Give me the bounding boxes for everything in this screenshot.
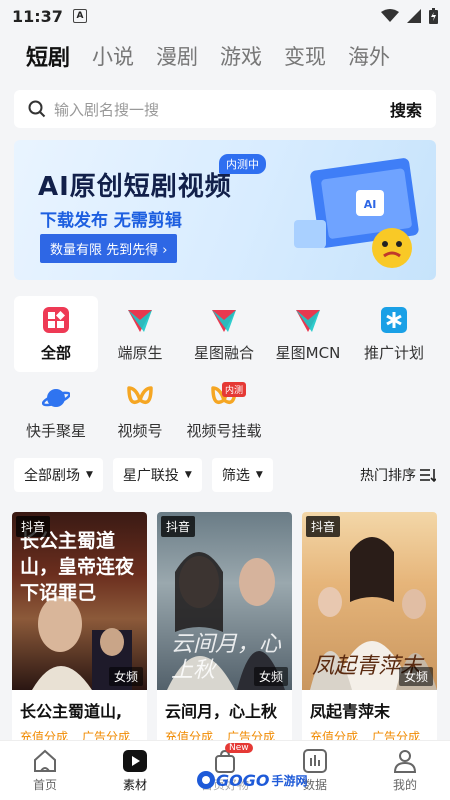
user-icon xyxy=(393,750,417,773)
category-xingtu-fusion[interactable]: 星图融合 xyxy=(182,296,266,372)
tab-label: 素材 xyxy=(122,778,147,792)
filter-all-theaters[interactable]: 全部剧场 ▼ xyxy=(14,458,103,492)
search-bar[interactable]: 输入剧名搜一搜 搜索 xyxy=(14,90,436,128)
tab-monetize[interactable]: 变现 xyxy=(284,41,326,71)
battery-icon xyxy=(429,8,438,24)
category-label: 星图MCN xyxy=(275,343,341,362)
drama-poster: 凤起青萍末 抖音 女频 xyxy=(302,512,437,690)
caret-down-icon: ▼ xyxy=(184,470,192,480)
category-duan-native[interactable]: 端原生 xyxy=(98,296,182,372)
watermark-brand: GOGO xyxy=(216,770,270,790)
home-icon xyxy=(34,749,56,772)
filter-label: 星广联投 xyxy=(122,468,179,484)
kite-icon xyxy=(212,309,236,332)
category-channels[interactable]: 视频号 xyxy=(98,374,182,450)
promo-banner[interactable]: AI原创短剧视频 内测中 下载发布 无需剪辑 数量有限 先到先得 › AI xyxy=(14,140,436,280)
poster-title-art: 长公主蜀道山，皇帝连夜下诏罪己 xyxy=(20,530,135,604)
internal-test-badge: 内测 xyxy=(222,381,247,397)
category-xingtu-mcn[interactable]: 星图MCN xyxy=(266,296,350,372)
category-label: 端原生 xyxy=(117,343,163,362)
genre-badge: 女频 xyxy=(253,667,288,686)
drama-title: 凤起青萍末 xyxy=(310,702,391,721)
search-button[interactable]: 搜索 xyxy=(390,97,422,121)
filter-screen[interactable]: 筛选 ▼ xyxy=(211,458,273,492)
search-icon xyxy=(28,100,46,118)
tab-profile[interactable]: 我的 xyxy=(360,741,450,800)
platform-badge: 抖音 xyxy=(161,516,196,537)
tab-home[interactable]: 首页 xyxy=(0,741,90,800)
category-label: 全部 xyxy=(40,343,71,362)
drama-card-list: 长公主蜀道山，皇帝连夜下诏罪己 抖音 女频 长公主蜀道山, 充值分成 广告分成 云… xyxy=(12,512,438,752)
tab-material[interactable]: 素材 xyxy=(90,741,180,800)
genre-badge: 女频 xyxy=(108,667,143,686)
asterisk-icon xyxy=(381,306,407,333)
wifi-icon xyxy=(381,9,399,22)
signal-icon xyxy=(407,9,421,23)
banner-cta-button[interactable]: 数量有限 先到先得 › xyxy=(40,234,178,263)
category-label: 视频号 xyxy=(117,421,163,440)
category-channels-mount[interactable]: 内测 视频号挂载 xyxy=(182,374,266,450)
drama-card[interactable]: 凤起青萍末 抖音 女频 凤起青萍末 充值分成 广告分成 xyxy=(302,512,437,752)
grid-icon xyxy=(43,306,69,333)
drama-poster: 云间月，心上秋 抖音 女频 xyxy=(157,512,292,690)
status-bar: 11:37 A xyxy=(0,0,450,32)
tab-comic-drama[interactable]: 漫剧 xyxy=(156,41,198,71)
filter-label: 筛选 xyxy=(221,468,250,484)
search-input[interactable]: 输入剧名搜一搜 xyxy=(54,99,390,120)
banner-illustration: AI xyxy=(294,158,419,268)
sort-label: 热门排序 xyxy=(360,468,416,484)
drama-card[interactable]: 云间月，心上秋 抖音 女频 云间月，心上秋 充值分成 广告分成 xyxy=(157,512,292,752)
genre-badge: 女频 xyxy=(398,667,433,686)
sort-button[interactable]: 热门排序 xyxy=(360,465,436,485)
play-icon xyxy=(123,750,147,772)
kite-icon xyxy=(128,309,152,332)
tab-novel[interactable]: 小说 xyxy=(92,41,134,71)
drama-card[interactable]: 长公主蜀道山，皇帝连夜下诏罪己 抖音 女频 长公主蜀道山, 充值分成 广告分成 xyxy=(12,512,147,752)
banner-title: AI原创短剧视频 xyxy=(38,172,232,202)
tab-label: 我的 xyxy=(392,778,417,792)
drama-title: 长公主蜀道山, xyxy=(20,702,123,721)
kite-icon xyxy=(296,309,320,332)
category-label: 推广计划 xyxy=(363,343,424,362)
banner-badge: 内测中 xyxy=(219,154,266,174)
filter-label: 全部剧场 xyxy=(24,468,80,484)
platform-badge: 抖音 xyxy=(16,516,51,537)
category-label: 快手聚星 xyxy=(25,421,86,440)
drama-title: 云间月，心上秋 xyxy=(165,702,278,721)
category-label: 星图融合 xyxy=(193,343,254,362)
banner-ai-label: AI xyxy=(364,198,377,211)
caret-down-icon: ▼ xyxy=(255,470,263,480)
category-all[interactable]: 全部 xyxy=(14,296,98,372)
top-category-tabs: 短剧 小说 漫剧 游戏 变现 海外 xyxy=(26,38,412,74)
filter-bar: 全部剧场 ▼ 星广联投 ▼ 筛选 ▼ 热门排序 xyxy=(14,458,436,492)
sort-icon xyxy=(420,469,436,482)
category-kuaishou-juxing[interactable]: 快手聚星 xyxy=(14,374,98,450)
tab-short-drama[interactable]: 短剧 xyxy=(26,40,70,72)
tab-game[interactable]: 游戏 xyxy=(220,41,262,71)
notification-a-icon: A xyxy=(72,9,87,23)
category-label: 视频号挂载 xyxy=(186,421,262,440)
category-promo-plan[interactable]: 推广计划 xyxy=(352,296,436,372)
watermark-logo: GOGO 手游网 xyxy=(196,766,312,794)
gamepad-icon xyxy=(197,771,215,789)
watermark-suffix: 手游网 xyxy=(271,773,308,788)
banner-subtitle: 下载发布 无需剪辑 xyxy=(40,211,182,231)
platform-badge: 抖音 xyxy=(306,516,341,537)
new-badge: New xyxy=(225,743,253,753)
drama-poster: 长公主蜀道山，皇帝连夜下诏罪己 抖音 女频 xyxy=(12,512,147,690)
status-time: 11:37 xyxy=(12,6,63,26)
tab-overseas[interactable]: 海外 xyxy=(348,41,390,71)
filter-xingguang[interactable]: 星广联投 ▼ xyxy=(112,458,202,492)
butterfly-icon xyxy=(127,385,153,404)
planet-icon xyxy=(42,388,70,407)
caret-down-icon: ▼ xyxy=(86,470,93,480)
tab-label: 首页 xyxy=(32,778,57,792)
